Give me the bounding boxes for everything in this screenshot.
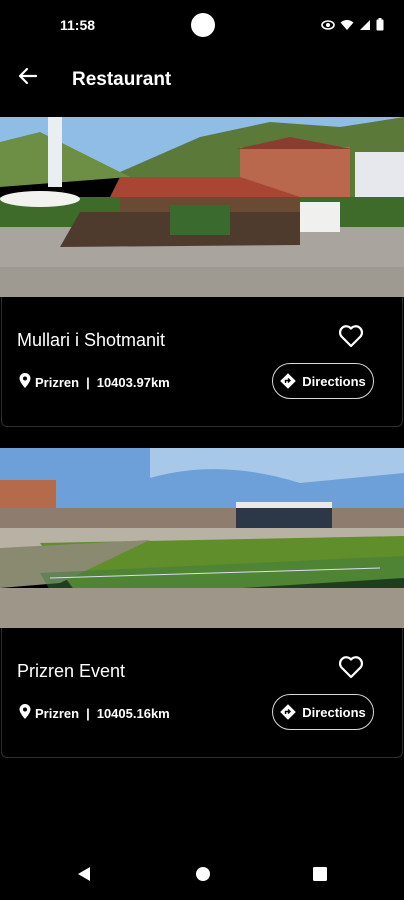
- arrow-left-icon: [18, 66, 38, 91]
- location-pin-icon: [19, 704, 31, 723]
- location-distance: 10403.97km: [96, 375, 170, 390]
- directions-label: Directions: [302, 373, 366, 389]
- favorite-button[interactable]: [336, 323, 366, 353]
- place-title: Prizren Event: [17, 661, 126, 681]
- recents-square-icon[interactable]: [312, 866, 328, 887]
- status-bar: 11:58: [0, 0, 404, 52]
- location-city: Prizren: [35, 706, 80, 721]
- location-separator: |: [86, 706, 90, 721]
- location-row: Prizren | 10403.97km: [19, 373, 170, 392]
- system-nav-bar: [0, 848, 404, 900]
- location-distance: 10405.16km: [96, 706, 170, 721]
- card-body: Mullari i Shotmanit Prizren | 10403.97km…: [1, 297, 403, 427]
- directions-label: Directions: [302, 704, 366, 720]
- directions-icon: [280, 373, 296, 389]
- place-photo: [0, 448, 404, 628]
- card-body: Prizren Event Prizren | 10405.16km Direc…: [1, 628, 403, 758]
- back-button[interactable]: [14, 64, 42, 92]
- page-title: Restaurant: [72, 69, 172, 90]
- signal-icon: [359, 18, 371, 36]
- wifi-icon: [340, 18, 354, 36]
- place-photo: [0, 117, 404, 297]
- camera-cutout: [191, 13, 215, 37]
- status-icons: [321, 18, 384, 36]
- battery-icon: [376, 18, 384, 36]
- home-circle-icon[interactable]: [195, 866, 211, 887]
- directions-icon: [280, 704, 296, 720]
- place-card[interactable]: Mullari i Shotmanit Prizren | 10403.97km…: [0, 117, 404, 427]
- heart-icon: [338, 655, 364, 684]
- back-triangle-icon[interactable]: [76, 866, 92, 887]
- directions-button[interactable]: Directions: [272, 694, 374, 730]
- directions-button[interactable]: Directions: [272, 363, 374, 399]
- location-pin-icon: [19, 373, 31, 392]
- location-row: Prizren | 10405.16km: [19, 704, 170, 723]
- place-card[interactable]: Prizren Event Prizren | 10405.16km Direc…: [0, 448, 404, 758]
- heart-icon: [338, 324, 364, 353]
- eye-icon: [321, 18, 335, 36]
- location-city: Prizren: [35, 375, 80, 390]
- favorite-button[interactable]: [336, 654, 366, 684]
- status-time: 11:58: [60, 17, 96, 33]
- app-bar: Restaurant: [0, 56, 404, 104]
- location-separator: |: [86, 375, 90, 390]
- place-title: Mullari i Shotmanit: [17, 330, 166, 350]
